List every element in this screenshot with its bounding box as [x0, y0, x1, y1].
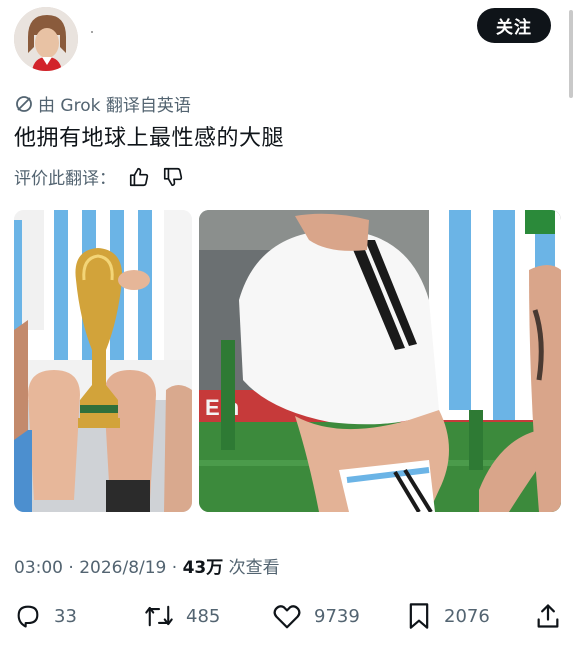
grok-icon [16, 95, 32, 112]
reply-count: 33 [54, 605, 77, 627]
reply-button[interactable]: 33 [14, 600, 77, 632]
repost-count: 485 [186, 605, 221, 627]
thumbs-up-icon[interactable] [128, 166, 150, 188]
translation-label: 由 Grok 翻译自英语 [38, 96, 191, 116]
decorative-dot [91, 31, 93, 33]
bookmark-count: 2076 [444, 605, 490, 627]
tweet-timestamp: 03:00 · 2026/8/19 · [14, 558, 183, 578]
share-icon [537, 604, 559, 628]
rate-label: 评价此翻译： [14, 169, 116, 189]
like-count: 9739 [314, 605, 360, 627]
tweet-photo-trophy[interactable] [14, 210, 192, 512]
like-button[interactable]: 9739 [272, 600, 360, 632]
view-label: 次查看 [223, 558, 280, 578]
rate-translation: 评价此翻译： [14, 164, 184, 189]
share-button[interactable] [534, 600, 574, 632]
repost-button[interactable]: 485 [144, 600, 220, 632]
follow-button[interactable]: 关注 [477, 8, 551, 43]
thumbs-down-icon[interactable] [162, 166, 184, 188]
heart-icon [273, 605, 301, 629]
tweet-text: 他拥有地球上最性感的大腿 [14, 126, 285, 151]
bookmark-button[interactable]: 2076 [406, 600, 490, 632]
repost-icon [145, 605, 173, 627]
translation-source: 由 Grok 翻译自英语 [15, 91, 191, 116]
tweet-actions: 33 485 9739 2076 [14, 600, 564, 634]
reply-icon [17, 605, 39, 628]
tweet-meta: 03:00 · 2026/8/19 · 43万 次查看 [14, 553, 280, 578]
bookmark-icon [409, 603, 429, 629]
tweet-photo-player[interactable]: Em [199, 210, 561, 512]
avatar[interactable] [14, 7, 78, 71]
scrollbar-thumb[interactable] [569, 10, 573, 98]
view-count: 43万 [182, 558, 224, 578]
